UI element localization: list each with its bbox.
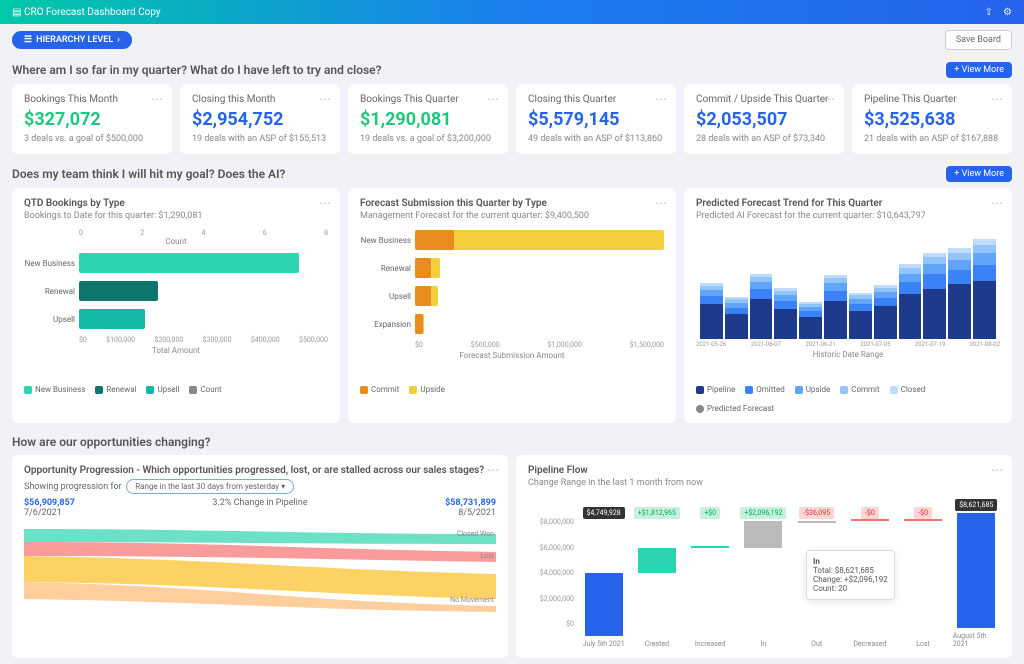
view-more-button[interactable]: + View More xyxy=(946,62,1012,78)
chart-predicted-forecast: ⋯ Predicted Forecast Trend for This Quar… xyxy=(684,188,1012,423)
logo-icon: ▤ xyxy=(12,7,21,18)
kpi-card: ⋯ Pipeline This Quarter $3,525,638 21 de… xyxy=(852,84,1012,154)
card-menu-icon[interactable]: ⋯ xyxy=(151,92,164,106)
card-menu-icon[interactable]: ⋯ xyxy=(319,196,332,210)
hierarchy-level-button[interactable]: ☰ HIERARCHY LEVEL › xyxy=(12,31,132,49)
chart-pipeline-flow: ⋯ Pipeline Flow Change Range in the last… xyxy=(516,455,1012,658)
tooltip: In Total: $8,621,685 Change: +$2,096,192… xyxy=(806,550,895,600)
view-more-button[interactable]: + View More xyxy=(946,166,1012,182)
chart-opportunity-progression: ⋯ Opportunity Progression - Which opport… xyxy=(12,455,508,658)
chart-qtd-bookings: ⋯ QTD Bookings by Type Bookings to Date … xyxy=(12,188,340,423)
subbar: ☰ HIERARCHY LEVEL › Save Board xyxy=(0,24,1024,56)
topbar: ▤ CRO Forecast Dashboard Copy ⇪ ⚙ xyxy=(0,0,1024,24)
filter-icon: ☰ xyxy=(24,35,32,45)
kpi-row: ⋯ Bookings This Month $327,072 3 deals v… xyxy=(12,84,1012,154)
card-menu-icon[interactable]: ⋯ xyxy=(655,92,668,106)
share-icon[interactable]: ⇪ xyxy=(985,7,993,18)
card-menu-icon[interactable]: ⋯ xyxy=(487,92,500,106)
save-board-button[interactable]: Save Board xyxy=(945,30,1012,50)
kpi-card: ⋯ Bookings This Month $327,072 3 deals v… xyxy=(12,84,172,154)
kpi-card: ⋯ Closing this Quarter $5,579,145 49 dea… xyxy=(516,84,676,154)
chart-forecast-submission: ⋯ Forecast Submission this Quarter by Ty… xyxy=(348,188,676,423)
kpi-card: ⋯ Commit / Upside This Quarter $2,053,50… xyxy=(684,84,844,154)
card-menu-icon[interactable]: ⋯ xyxy=(655,196,668,210)
card-menu-icon[interactable]: ⋯ xyxy=(991,463,1004,477)
card-menu-icon[interactable]: ⋯ xyxy=(991,196,1004,210)
section1-title: Where am I so far in my quarter? What do… xyxy=(12,63,382,77)
gear-icon[interactable]: ⚙ xyxy=(1003,7,1012,18)
section3-title: How are our opportunities changing? xyxy=(12,435,211,449)
card-menu-icon[interactable]: ⋯ xyxy=(319,92,332,106)
card-menu-icon[interactable]: ⋯ xyxy=(487,463,500,477)
section2-title: Does my team think I will hit my goal? D… xyxy=(12,167,285,181)
kpi-card: ⋯ Bookings This Quarter $1,290,081 19 de… xyxy=(348,84,508,154)
card-menu-icon[interactable]: ⋯ xyxy=(823,92,836,106)
page-title: CRO Forecast Dashboard Copy xyxy=(24,7,985,18)
range-dropdown[interactable]: Range in the last 30 days from yesterday… xyxy=(126,479,294,494)
chevron-right-icon: › xyxy=(117,35,120,45)
card-menu-icon[interactable]: ⋯ xyxy=(991,92,1004,106)
kpi-card: ⋯ Closing this Month $2,954,752 19 deals… xyxy=(180,84,340,154)
sankey-chart: Closed Won Lost No Movement xyxy=(24,524,496,614)
